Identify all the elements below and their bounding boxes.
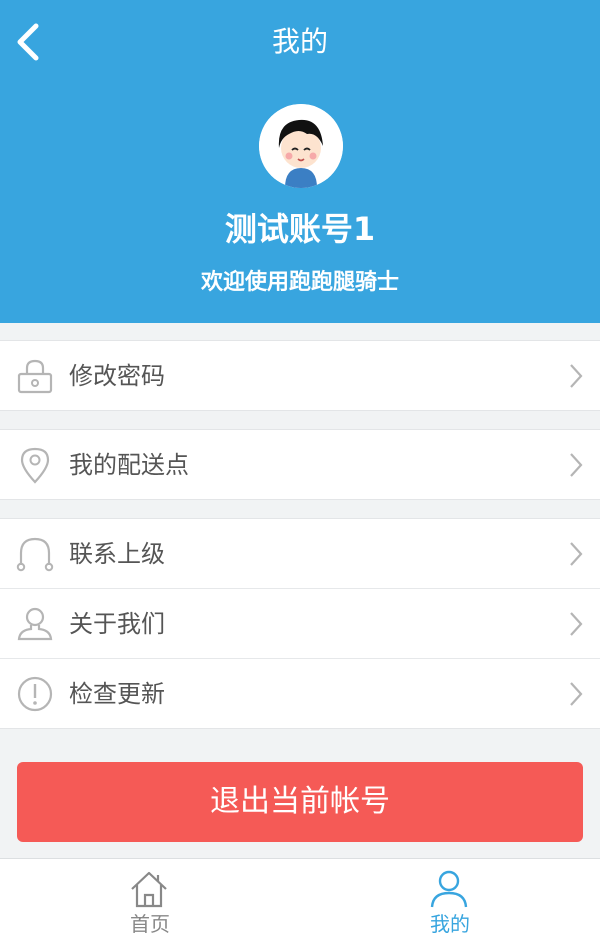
exclamation-circle-icon [17, 676, 53, 712]
menu-item-about-us[interactable]: 关于我们 [0, 588, 600, 658]
page-title: 我的 [271, 25, 328, 58]
user-name: 测试账号1 [224, 210, 376, 248]
menu-item-label: 修改密码 [69, 362, 165, 390]
tab-label: 首页 [130, 912, 170, 936]
chevron-right-icon [570, 453, 583, 477]
lock-icon [17, 359, 53, 394]
chevron-right-icon [570, 682, 583, 706]
chevron-right-icon [570, 364, 583, 388]
welcome-text: 欢迎使用跑跑腿骑士 [200, 270, 399, 295]
chevron-right-icon [570, 542, 583, 566]
avatar-boy-icon [259, 104, 343, 188]
menu-group-delivery: 我的配送点 [0, 429, 600, 500]
menu-item-contact-superior[interactable]: 联系上级 [0, 519, 600, 588]
menu-item-label: 检查更新 [69, 680, 165, 708]
home-icon [131, 871, 167, 908]
menu-item-check-update[interactable]: 检查更新 [0, 658, 600, 728]
chevron-right-icon [570, 612, 583, 636]
menu-item-my-delivery-point[interactable]: 我的配送点 [0, 430, 600, 499]
location-pin-icon [20, 447, 50, 484]
bottom-tab-bar: 首页 我的 [0, 858, 600, 945]
logout-button[interactable]: 退出当前帐号 [17, 762, 583, 842]
tab-label: 我的 [430, 912, 470, 936]
profile-header: 我的 测试账号1 欢迎使用跑跑腿骑士 [0, 0, 600, 323]
person-icon [17, 607, 53, 641]
tab-home[interactable]: 首页 [0, 859, 300, 945]
menu-item-label: 我的配送点 [69, 451, 189, 479]
headset-icon [16, 537, 54, 572]
tab-mine[interactable]: 我的 [300, 859, 600, 945]
avatar [259, 104, 343, 188]
menu-item-change-password[interactable]: 修改密码 [0, 341, 600, 410]
menu-item-label: 联系上级 [69, 540, 165, 568]
user-icon [430, 870, 468, 908]
menu-group-account: 修改密码 [0, 340, 600, 411]
menu-group-about: 联系上级 关于我们 检查更新 [0, 518, 600, 729]
menu-item-label: 关于我们 [69, 610, 165, 638]
